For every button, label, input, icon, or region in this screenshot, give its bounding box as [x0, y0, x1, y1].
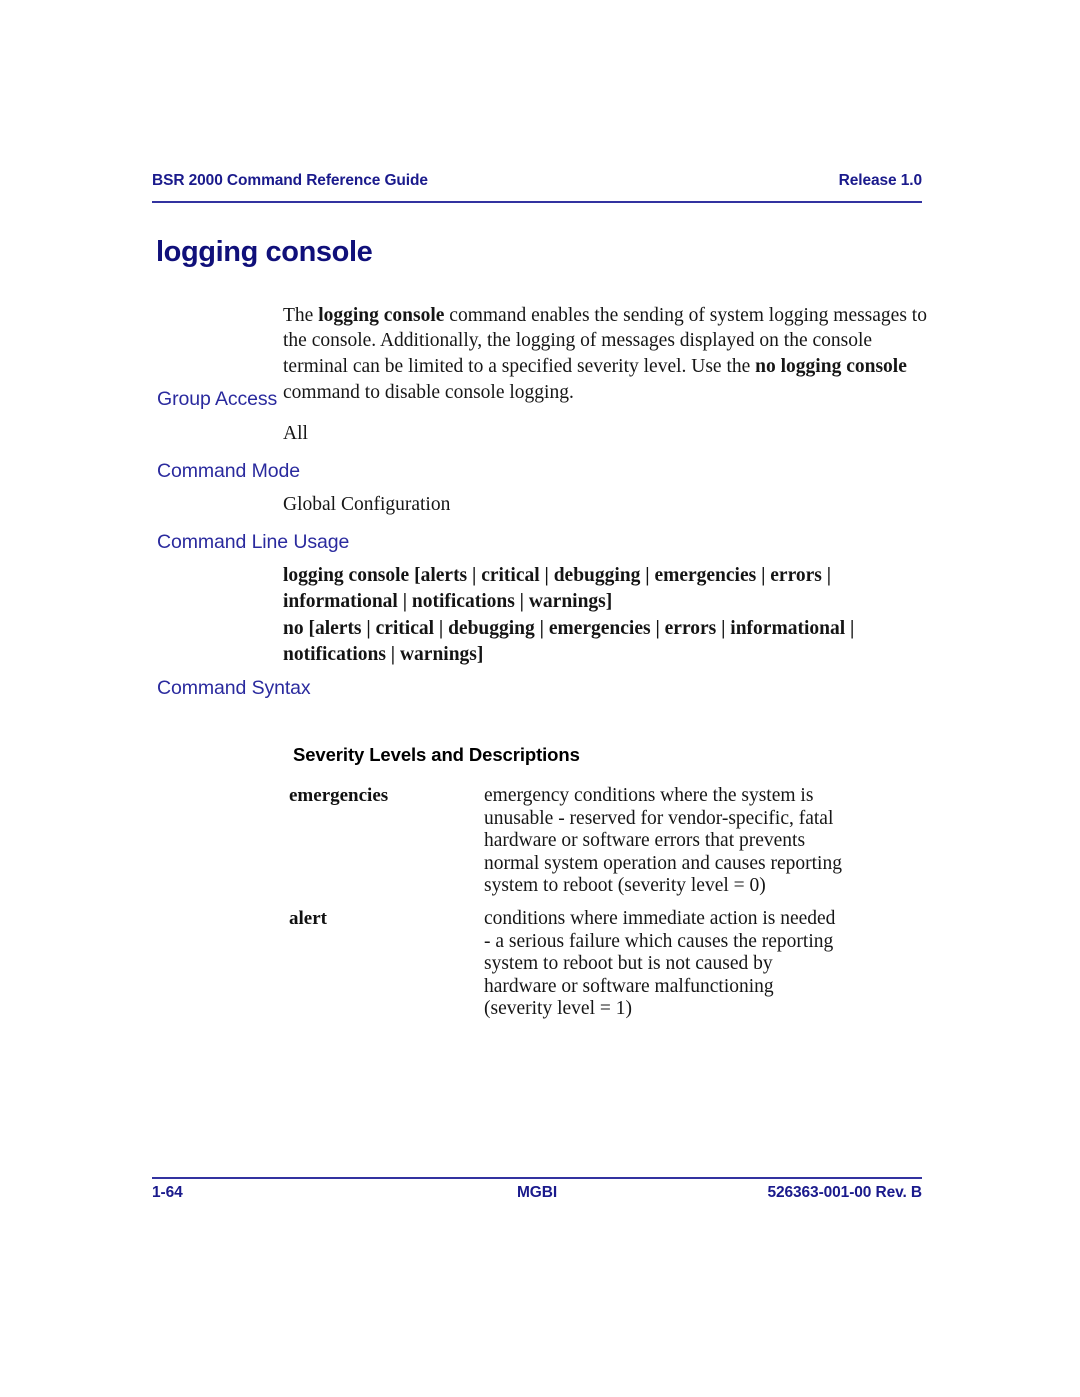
intro-command-bold-1: logging console [318, 304, 445, 326]
definition-description: emergency conditions where the system is… [484, 785, 904, 898]
footer-divider [152, 1177, 922, 1179]
definition-term: alert [289, 908, 327, 929]
definition-line: unusable - reserved for vendor-specific,… [484, 807, 834, 829]
section-heading-group-access: Group Access [157, 388, 278, 410]
definition-line: - a serious failure which causes the rep… [484, 930, 834, 952]
section-heading-command-mode: Command Mode [157, 460, 300, 482]
header-guide-title: BSR 2000 Command Reference Guide [152, 172, 428, 189]
severity-table-title: Severity Levels and Descriptions [293, 744, 580, 765]
definition-term: emergencies [289, 785, 389, 806]
definition-line: hardware or software errors that prevent… [484, 830, 806, 852]
header-divider [152, 201, 922, 203]
header-release: Release 1.0 [838, 172, 922, 189]
intro-command-bold-2: no logging console [755, 356, 907, 378]
definition-line: hardware or software malfunctioning [484, 975, 774, 997]
section-heading-command-line-usage: Command Line Usage [157, 531, 350, 553]
command-syntax-line-1: logging console [alerts | critical | deb… [283, 565, 832, 612]
running-header: BSR 2000 Command Reference Guide Release… [152, 172, 922, 190]
intro-text-3: command to disable console logging. [283, 381, 574, 403]
section-heading-command-syntax: Command Syntax [157, 677, 311, 699]
definition-line: (severity level = 1) [484, 998, 632, 1020]
definition-line: system to reboot but is not caused by [484, 953, 773, 975]
definition-description: conditions where immediate action is nee… [484, 908, 904, 1021]
intro-paragraph: The logging console command enables the … [283, 303, 928, 406]
definition-line: conditions where immediate action is nee… [484, 908, 836, 929]
page-title: logging console [156, 236, 373, 268]
intro-text-1: The [283, 304, 319, 326]
definition-line: emergency conditions where the system is [484, 785, 814, 806]
section-body-command-mode: Global Configuration [283, 494, 451, 515]
document-page: BSR 2000 Command Reference Guide Release… [0, 0, 1080, 1397]
section-body-group-access: All [283, 423, 308, 444]
command-syntax-line-2: no [alerts | critical | debugging | emer… [283, 618, 855, 665]
footer-document-number: 526363-001-00 Rev. B [767, 1184, 922, 1201]
definition-line: normal system operation and causes repor… [484, 852, 842, 874]
definition-line: system to reboot (severity level = 0) [484, 875, 766, 897]
